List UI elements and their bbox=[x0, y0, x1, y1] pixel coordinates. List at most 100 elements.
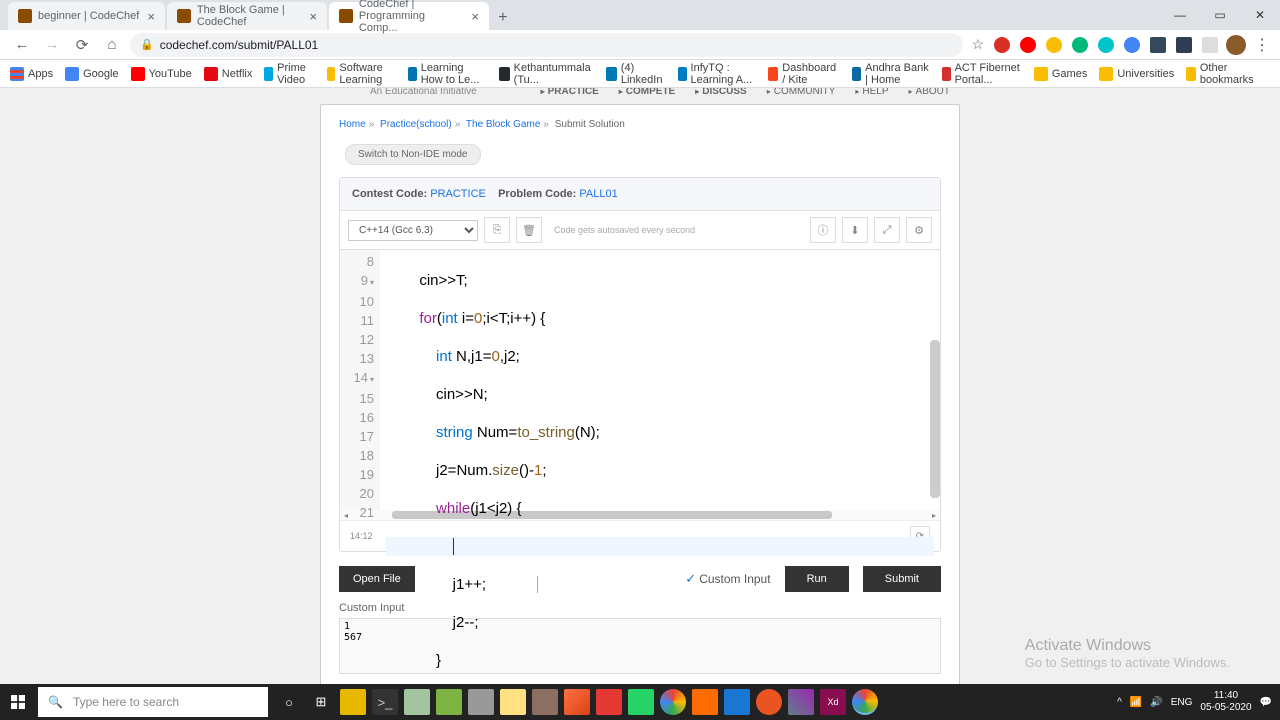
ext-icon[interactable] bbox=[1202, 37, 1218, 53]
page-content: An Educational Initiative PRACTICE COMPE… bbox=[0, 88, 1280, 684]
app-icon[interactable] bbox=[340, 689, 366, 715]
star-icon[interactable]: ☆ bbox=[971, 36, 984, 53]
nav-discuss[interactable]: DISCUSS bbox=[685, 88, 756, 97]
delete-button[interactable]: 🗑 bbox=[516, 217, 542, 243]
nav-community[interactable]: COMMUNITY bbox=[757, 88, 846, 97]
nav-about[interactable]: ABOUT bbox=[899, 88, 960, 97]
app-icon[interactable] bbox=[756, 689, 782, 715]
app-icon[interactable] bbox=[692, 689, 718, 715]
app-icon[interactable] bbox=[724, 689, 750, 715]
copy-button[interactable]: ⎘ bbox=[484, 217, 510, 243]
bookmark-item[interactable]: Dashboard / Kite bbox=[768, 62, 840, 86]
minimize-button[interactable]: — bbox=[1160, 0, 1200, 30]
back-button[interactable]: ← bbox=[10, 33, 34, 57]
bookmark-item[interactable]: (4) LinkedIn bbox=[606, 62, 666, 86]
bookmark-item[interactable]: Universities bbox=[1099, 67, 1174, 81]
taskbar: 🔍 Type here to search ○ ⊞ >_ Xd ^ 📶 🔊 EN… bbox=[0, 684, 1280, 720]
chrome-icon[interactable] bbox=[660, 689, 686, 715]
lock-icon: 🔒 bbox=[140, 38, 154, 51]
ext-icon[interactable] bbox=[1176, 37, 1192, 53]
url-input[interactable]: 🔒 codechef.com/submit/PALL01 bbox=[130, 33, 963, 57]
app-icon[interactable] bbox=[596, 689, 622, 715]
bookmark-item[interactable]: Kethantummala (Tu... bbox=[499, 62, 594, 86]
menu-button[interactable]: ⋮ bbox=[1254, 35, 1270, 55]
autosave-text: Code gets autosaved every second bbox=[554, 225, 695, 235]
app-icon[interactable]: Xd bbox=[820, 689, 846, 715]
bookmark-item[interactable]: Games bbox=[1034, 67, 1087, 81]
crumb-home[interactable]: Home bbox=[339, 119, 366, 130]
app-icon[interactable] bbox=[404, 689, 430, 715]
close-icon[interactable]: × bbox=[471, 9, 479, 24]
chrome-icon[interactable] bbox=[852, 689, 878, 715]
bookmark-item[interactable]: YouTube bbox=[131, 67, 192, 81]
volume-icon[interactable]: 🔊 bbox=[1150, 697, 1162, 708]
contest-code-label: Contest Code: bbox=[352, 188, 427, 200]
nav-practice[interactable]: PRACTICE bbox=[531, 88, 609, 97]
ext-icon[interactable] bbox=[1046, 37, 1062, 53]
nav-help[interactable]: HELP bbox=[845, 88, 898, 97]
app-icon[interactable]: >_ bbox=[372, 689, 398, 715]
cortana-icon[interactable]: ○ bbox=[276, 689, 302, 715]
contest-code-value[interactable]: PRACTICE bbox=[430, 188, 486, 200]
ext-icon[interactable] bbox=[1098, 37, 1114, 53]
close-icon[interactable]: × bbox=[309, 9, 317, 24]
download-button[interactable]: ⬇ bbox=[842, 217, 868, 243]
language-indicator[interactable]: ENG bbox=[1171, 697, 1193, 708]
app-icon[interactable] bbox=[500, 689, 526, 715]
ext-icon[interactable] bbox=[1124, 37, 1140, 53]
forward-button[interactable]: → bbox=[40, 33, 64, 57]
clock[interactable]: 11:40 05-05-2020 bbox=[1200, 690, 1251, 714]
tab-active[interactable]: CodeChef | Programming Comp...× bbox=[329, 2, 489, 30]
system-tray[interactable]: ^ 📶 🔊 ENG 11:40 05-05-2020 💬 bbox=[1117, 690, 1280, 714]
ext-icon[interactable] bbox=[994, 37, 1010, 53]
info-button[interactable]: ⓘ bbox=[810, 217, 836, 243]
other-bookmarks[interactable]: Other bookmarks bbox=[1186, 62, 1258, 86]
language-select[interactable]: C++14 (Gcc 6.3) bbox=[348, 220, 478, 241]
taskview-icon[interactable]: ⊞ bbox=[308, 689, 334, 715]
bookmark-item[interactable]: Prime Video bbox=[264, 62, 314, 86]
reload-button[interactable]: ⟳ bbox=[70, 33, 94, 57]
wifi-icon[interactable]: 📶 bbox=[1130, 697, 1142, 708]
bookmark-item[interactable]: Software Learning bbox=[327, 62, 396, 86]
app-icon[interactable] bbox=[468, 689, 494, 715]
tab-block-game[interactable]: The Block Game | CodeChef× bbox=[167, 2, 327, 30]
ext-icon[interactable] bbox=[1020, 37, 1036, 53]
bookmark-item[interactable]: Andhra Bank | Home bbox=[852, 62, 929, 86]
code-editor[interactable]: 89101112131415161718192021 cin>>T; for(i… bbox=[340, 250, 940, 510]
nav-compete[interactable]: COMPETE bbox=[609, 88, 685, 97]
app-icon[interactable] bbox=[564, 689, 590, 715]
fullscreen-button[interactable]: ⤢ bbox=[874, 217, 900, 243]
bookmark-item[interactable]: Google bbox=[65, 67, 118, 81]
problem-code-value[interactable]: PALL01 bbox=[579, 188, 617, 200]
bookmark-item[interactable]: ACT Fibernet Portal... bbox=[942, 62, 1022, 86]
notification-icon[interactable]: 💬 bbox=[1260, 697, 1272, 708]
close-window-button[interactable]: ✕ bbox=[1240, 0, 1280, 30]
crumb-practice[interactable]: Practice(school) bbox=[380, 119, 452, 130]
search-icon: 🔍 bbox=[48, 695, 63, 709]
home-button[interactable]: ⌂ bbox=[100, 33, 124, 57]
bookmark-item[interactable]: Netflix bbox=[204, 67, 253, 81]
bookmark-item[interactable]: Learning How to Le... bbox=[408, 62, 487, 86]
profile-avatar[interactable] bbox=[1226, 35, 1246, 55]
app-icon[interactable] bbox=[532, 689, 558, 715]
new-tab-button[interactable]: + bbox=[491, 6, 515, 30]
tray-chevron-icon[interactable]: ^ bbox=[1117, 697, 1122, 708]
app-icon[interactable] bbox=[628, 689, 654, 715]
switch-mode-button[interactable]: Switch to Non-IDE mode bbox=[345, 144, 481, 165]
taskbar-search[interactable]: 🔍 Type here to search bbox=[38, 687, 268, 717]
app-icon[interactable] bbox=[436, 689, 462, 715]
bookmark-apps[interactable]: Apps bbox=[10, 67, 53, 81]
crumb-problem[interactable]: The Block Game bbox=[466, 119, 540, 130]
maximize-button[interactable]: ▭ bbox=[1200, 0, 1240, 30]
breadcrumb: Home» Practice(school)» The Block Game» … bbox=[339, 119, 941, 130]
tab-beginner[interactable]: beginner | CodeChef× bbox=[8, 2, 165, 30]
vertical-scrollbar[interactable] bbox=[930, 340, 940, 498]
app-icon[interactable] bbox=[788, 689, 814, 715]
bookmark-item[interactable]: InfyTQ : Learning A... bbox=[678, 62, 757, 86]
bookmarks-bar: Apps Google YouTube Netflix Prime Video … bbox=[0, 60, 1280, 88]
close-icon[interactable]: × bbox=[147, 9, 155, 24]
ext-icon[interactable] bbox=[1150, 37, 1166, 53]
settings-button[interactable]: ⚙ bbox=[906, 217, 932, 243]
ext-icon[interactable] bbox=[1072, 37, 1088, 53]
start-button[interactable] bbox=[0, 684, 36, 720]
